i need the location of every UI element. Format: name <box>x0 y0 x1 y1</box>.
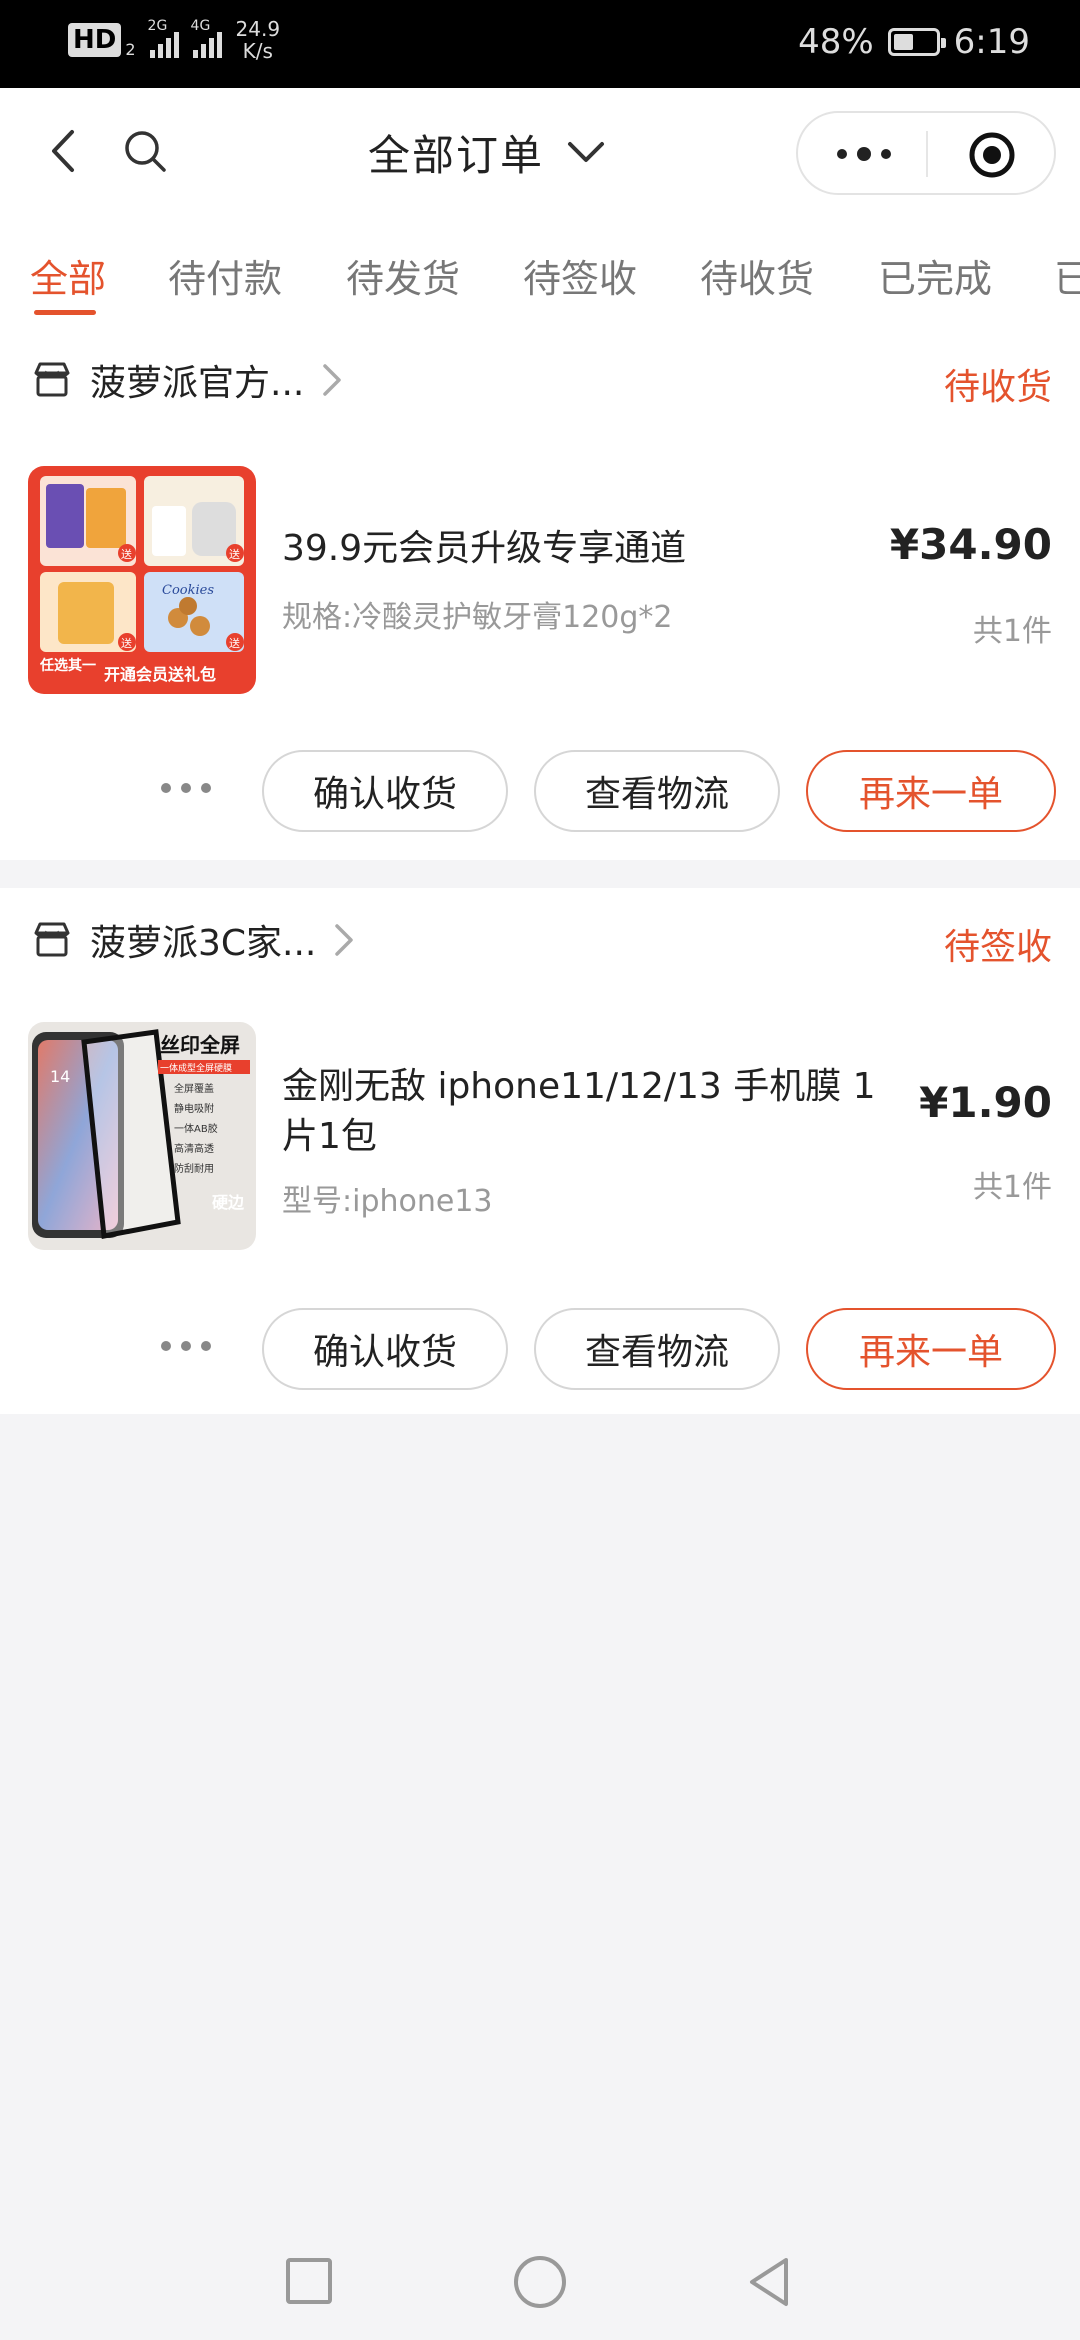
back-icon[interactable] <box>44 126 84 176</box>
battery-icon <box>887 28 946 56</box>
product-quantity: 共1件 <box>972 614 1052 649</box>
shop-link[interactable]: 菠萝派官方... <box>32 354 344 406</box>
order-status: 待收货 <box>943 367 1052 408</box>
product-image-badge: 送 <box>121 636 132 650</box>
clock: 6:19 <box>953 22 1030 62</box>
product-image[interactable]: Cookies 送 送 送 送 任选其一 开通会员送礼包 <box>28 466 256 694</box>
system-nav-bar <box>0 2230 1080 2340</box>
shop-link[interactable]: 菠萝派3C家... <box>32 914 356 966</box>
network-speed-unit: K/s <box>242 39 273 63</box>
product-image-badge: 送 <box>121 547 132 561</box>
more-actions-icon[interactable] <box>158 1338 214 1354</box>
tab-pending-payment[interactable]: 待付款 <box>168 248 282 303</box>
hd-badge: HD <box>68 23 122 57</box>
battery-percent: 48% <box>798 22 874 62</box>
view-logistics-button[interactable]: 查看物流 <box>534 1308 780 1390</box>
home-icon[interactable] <box>514 2256 566 2308</box>
order-card: 菠萝派官方... 待收货 Cookies 送 送 送 送 任选其一 开通会员送礼… <box>0 328 1080 860</box>
product-image-badge: 送 <box>229 547 240 561</box>
store-icon <box>34 922 70 957</box>
confirm-receipt-button[interactable]: 确认收货 <box>262 750 508 832</box>
capsule-divider <box>926 131 928 177</box>
product-spec: 型号:iphone13 <box>282 1184 493 1219</box>
more-actions-icon[interactable] <box>158 780 214 796</box>
page-title: 全部订单 <box>368 131 545 180</box>
chevron-down-icon <box>568 141 605 162</box>
product-image-feature: 静电吸附 <box>174 1102 214 1115</box>
order-tabs: 全部 待付款 待发货 待签收 待收货 已完成 已 <box>0 218 1080 328</box>
reorder-button[interactable]: 再来一单 <box>806 750 1056 832</box>
product-image-feature: 高清高透 <box>174 1142 214 1155</box>
tab-indicator <box>34 310 96 315</box>
tab-pending-shipment[interactable]: 待发货 <box>346 248 460 303</box>
more-icon[interactable] <box>834 143 894 165</box>
miniapp-capsule <box>796 111 1056 195</box>
tab-pending-receipt[interactable]: 待收货 <box>700 248 814 303</box>
product-spec: 规格:冷酸灵护敏牙膏120g*2 <box>282 600 673 635</box>
network-speed-value: 24.9 <box>235 17 281 41</box>
recent-apps-icon[interactable] <box>286 2258 332 2304</box>
order-status: 待签收 <box>943 927 1052 968</box>
chevron-right-icon <box>335 924 354 956</box>
nav-back-icon[interactable] <box>744 2254 794 2310</box>
product-image-feature: 全屏覆盖 <box>174 1082 214 1095</box>
signal-label: 2G <box>147 18 168 34</box>
product-image-subtitle: 一体成型全屏硬膜 <box>160 1062 232 1074</box>
product-title[interactable]: 39.9元会员升级专享通道 <box>282 524 902 574</box>
product-image-cookies-text: Cookies <box>162 583 214 598</box>
shop-name: 菠萝派3C家... <box>90 923 317 964</box>
product-image-banner-text: 开通会员送礼包 <box>104 665 216 684</box>
network-speed: 24.9 K/s <box>236 18 281 62</box>
header: 全部订单 <box>0 88 1080 218</box>
confirm-receipt-button[interactable]: 确认收货 <box>262 1308 508 1390</box>
tab-pending-signature[interactable]: 待签收 <box>523 248 637 303</box>
product-image-time-text: 14 <box>50 1067 70 1086</box>
product-image-edge-text: 硬边 <box>212 1193 245 1212</box>
product-image-pick-text: 任选其一 <box>39 657 96 674</box>
product-image[interactable]: 14 丝印全屏 一体成型全屏硬膜 全屏覆盖 静电吸附 一体AB胶 高清高透 防刮… <box>28 1022 256 1250</box>
view-logistics-button[interactable]: 查看物流 <box>534 750 780 832</box>
title-dropdown[interactable]: 全部订单 <box>368 122 606 183</box>
product-price: ¥1.90 <box>919 1078 1052 1127</box>
product-image-headline: 丝印全屏 <box>160 1033 240 1057</box>
product-image-badge: 送 <box>229 636 240 650</box>
close-miniapp-icon[interactable] <box>968 131 1016 179</box>
tab-more[interactable]: 已 <box>1054 248 1080 303</box>
chevron-right-icon <box>323 364 342 396</box>
tab-completed[interactable]: 已完成 <box>878 248 992 303</box>
store-icon <box>34 362 70 397</box>
signal-icon: 2G <box>148 18 179 58</box>
hd-badge-sub: 2 <box>125 39 136 59</box>
tab-all[interactable]: 全部 <box>30 248 106 303</box>
product-image-feature: 一体AB胶 <box>174 1122 218 1135</box>
signal-icon: 4G <box>191 18 222 58</box>
status-bar: HD 2 2G 4G 24.9 K/s 48% 6:19 <box>0 0 1080 88</box>
product-price: ¥34.90 <box>889 520 1052 569</box>
product-quantity: 共1件 <box>972 1170 1052 1205</box>
reorder-button[interactable]: 再来一单 <box>806 1308 1056 1390</box>
signal-label: 4G <box>190 18 211 34</box>
shop-name: 菠萝派官方... <box>90 363 305 404</box>
order-card: 菠萝派3C家... 待签收 14 丝印全屏 一体成型全屏硬膜 全屏覆盖 静电吸附… <box>0 888 1080 1414</box>
product-title[interactable]: 金刚无敌 iphone11/12/13 手机膜 1片1包 <box>282 1062 882 1162</box>
product-image-feature: 防刮耐用 <box>174 1162 214 1175</box>
search-icon[interactable] <box>122 128 168 174</box>
